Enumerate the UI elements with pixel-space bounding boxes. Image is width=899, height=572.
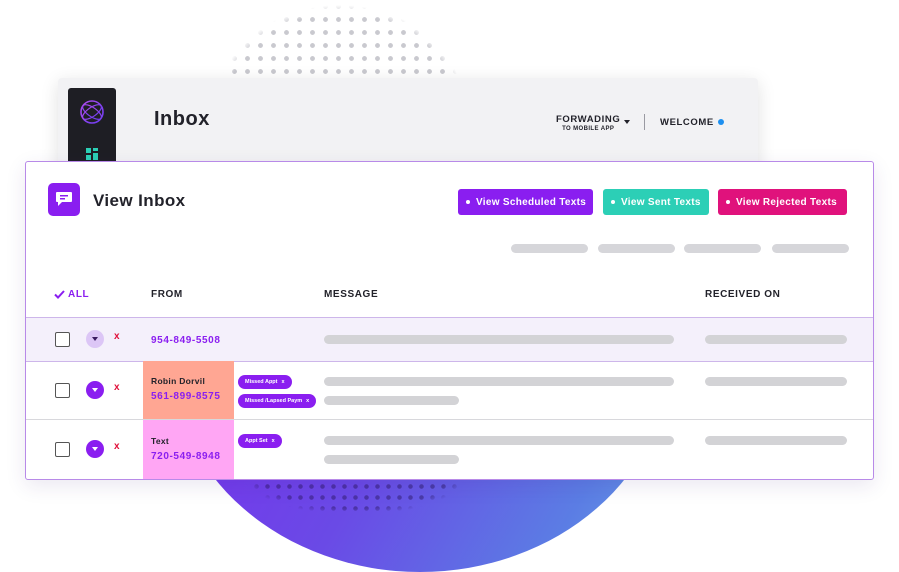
button-label: View Scheduled Texts bbox=[476, 196, 587, 208]
panel-title: View Inbox bbox=[93, 191, 186, 210]
filter-placeholder[interactable] bbox=[684, 244, 761, 253]
received-on-placeholder bbox=[705, 377, 847, 386]
message-bubble-icon bbox=[48, 183, 80, 216]
select-all-toggle[interactable]: ALL bbox=[54, 289, 89, 300]
tag-chip[interactable]: Missed Appt x bbox=[238, 375, 292, 389]
globe-logo-icon[interactable] bbox=[79, 99, 105, 130]
from-cell: Text 720-549-8948 bbox=[143, 420, 234, 479]
button-label: View Rejected Texts bbox=[736, 196, 837, 208]
forwarding-label: FORWADING bbox=[556, 114, 621, 125]
tag-remove-icon[interactable]: x bbox=[306, 398, 309, 404]
filter-placeholder[interactable] bbox=[511, 244, 588, 253]
view-inbox-panel: View Inbox View Scheduled Texts View Sen… bbox=[25, 161, 874, 480]
chevron-down-icon[interactable] bbox=[624, 120, 630, 124]
header-divider bbox=[644, 114, 645, 130]
welcome-text: WELCOME bbox=[660, 117, 714, 128]
message-placeholder bbox=[324, 335, 674, 344]
received-on-placeholder bbox=[705, 436, 847, 445]
from-name: Text bbox=[151, 436, 170, 446]
message-placeholder bbox=[324, 396, 459, 405]
chevron-down-icon bbox=[92, 447, 98, 451]
tag-remove-icon[interactable]: x bbox=[272, 438, 275, 444]
remove-row-button[interactable]: x bbox=[114, 441, 120, 452]
chevron-down-icon bbox=[92, 337, 98, 341]
select-all-label: ALL bbox=[68, 289, 90, 300]
table-row[interactable]: x 954-849-5508 bbox=[26, 317, 873, 362]
column-header-from[interactable]: FROM bbox=[151, 289, 183, 300]
table-row[interactable]: x Robin Dorvil 561-899-8575 Missed Appt … bbox=[26, 361, 873, 420]
row-checkbox[interactable] bbox=[55, 383, 70, 398]
expand-row-button[interactable] bbox=[86, 381, 104, 399]
expand-row-button[interactable] bbox=[86, 330, 104, 348]
from-phone: 720-549-8948 bbox=[151, 451, 221, 462]
forwarding-dropdown[interactable]: FORWADING TO MOBILE APP bbox=[556, 114, 620, 132]
expand-row-button[interactable] bbox=[86, 440, 104, 458]
message-placeholder bbox=[324, 455, 459, 464]
row-checkbox[interactable] bbox=[55, 442, 70, 457]
received-on-placeholder bbox=[705, 335, 847, 344]
message-placeholder bbox=[324, 377, 674, 386]
status-dot-icon bbox=[718, 119, 724, 125]
check-icon bbox=[54, 290, 65, 299]
filter-placeholder[interactable] bbox=[772, 244, 849, 253]
tag-chip[interactable]: Missed /Lapsed Paym x bbox=[238, 394, 317, 408]
tag-label: Missed Appt bbox=[245, 379, 278, 385]
tag-chip[interactable]: Appt Set x bbox=[238, 434, 282, 448]
filter-placeholder[interactable] bbox=[598, 244, 675, 253]
tag-label: Missed /Lapsed Paym bbox=[245, 398, 303, 404]
bullet-icon bbox=[611, 200, 615, 204]
column-header-message[interactable]: MESSAGE bbox=[324, 289, 378, 300]
forwarding-sublabel: TO MOBILE APP bbox=[562, 126, 615, 132]
row-checkbox[interactable] bbox=[55, 332, 70, 347]
remove-row-button[interactable]: x bbox=[114, 331, 120, 342]
button-label: View Sent Texts bbox=[621, 196, 701, 208]
view-rejected-texts-button[interactable]: View Rejected Texts bbox=[718, 189, 847, 215]
from-phone: 561-899-8575 bbox=[151, 391, 221, 402]
tag-remove-icon[interactable]: x bbox=[282, 379, 285, 385]
from-cell: Robin Dorvil 561-899-8575 bbox=[143, 361, 234, 419]
message-placeholder bbox=[324, 436, 674, 445]
from-phone: 954-849-5508 bbox=[151, 335, 221, 346]
view-scheduled-texts-button[interactable]: View Scheduled Texts bbox=[458, 189, 593, 215]
page-title: Inbox bbox=[154, 108, 210, 130]
view-sent-texts-button[interactable]: View Sent Texts bbox=[603, 189, 709, 215]
chevron-down-icon bbox=[92, 388, 98, 392]
bullet-icon bbox=[726, 200, 730, 204]
table-row[interactable]: x Text 720-549-8948 Appt Set x bbox=[26, 420, 873, 479]
remove-row-button[interactable]: x bbox=[114, 382, 120, 393]
tag-label: Appt Set bbox=[245, 438, 268, 444]
bullet-icon bbox=[466, 200, 470, 204]
from-name: Robin Dorvil bbox=[151, 376, 206, 386]
column-header-received-on[interactable]: RECEIVED ON bbox=[705, 289, 781, 300]
